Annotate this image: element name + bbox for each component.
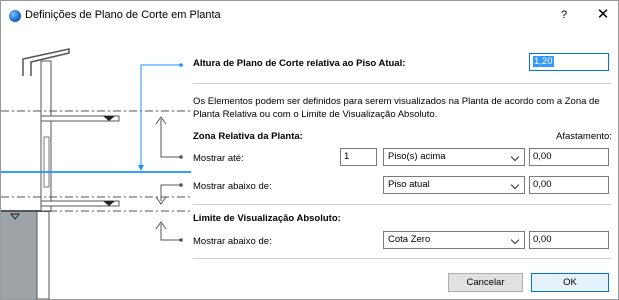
cut-height-dot	[179, 63, 183, 67]
title-bar: Definições de Plano de Corte em Planta ?…	[1, 1, 618, 31]
show-below-label: Mostrar abaixo de:	[193, 181, 272, 192]
chevron-down-icon	[510, 180, 520, 190]
absolute-offset-input[interactable]: 0,00	[529, 231, 609, 249]
wall-shape	[40, 60, 52, 212]
cut-height-arrowhead-icon	[138, 165, 144, 171]
absolute-dot	[179, 238, 183, 242]
absolute-show-below-label: Mostrar abaixo de:	[193, 236, 272, 247]
divider-top	[193, 83, 611, 84]
show-below-connector	[160, 184, 181, 201]
section-illustration	[1, 48, 191, 299]
absolute-limit-heading: Limite de Visualização Absoluto:	[193, 213, 341, 224]
cut-height-value: 1,20	[533, 56, 554, 67]
divider-middle	[193, 204, 611, 205]
absolute-reference-value: Cota Zero	[388, 234, 431, 245]
show-below-reference-dropdown[interactable]: Piso atual	[383, 176, 525, 194]
show-to-reference-dropdown[interactable]: Piso(s) acima	[383, 148, 525, 166]
cut-height-label: Altura de Plano de Corte relativa ao Pis…	[193, 58, 406, 69]
show-to-reference-value: Piso(s) acima	[388, 151, 446, 162]
show-below-offset-input[interactable]: 0,00	[529, 176, 609, 194]
cut-plane-dialog: Definições de Plano de Corte em Planta ?…	[0, 0, 619, 300]
divider-bottom	[193, 258, 611, 259]
absolute-reference-dropdown[interactable]: Cota Zero	[383, 231, 525, 249]
show-below-dot	[179, 183, 183, 187]
description-text: Os Elementos podem ser definidos para se…	[193, 96, 600, 120]
close-button[interactable]: ✕	[593, 5, 613, 25]
show-to-label: Mostrar até:	[193, 153, 244, 164]
relative-zone-heading: Zona Relativa da Planta:	[193, 131, 303, 142]
offset-heading: Afastamento:	[556, 131, 612, 142]
foundation-wall	[36, 210, 50, 299]
window-title: Definições de Plano de Corte em Planta	[25, 9, 221, 21]
show-to-count-input[interactable]: 1	[340, 148, 377, 166]
ok-button[interactable]: OK	[531, 273, 609, 292]
show-to-offset-input[interactable]: 0,00	[529, 148, 609, 166]
app-logo-icon	[9, 10, 21, 22]
window-shape	[43, 136, 50, 188]
show-to-dot	[179, 155, 183, 159]
show-to-connector	[160, 119, 181, 158]
cut-height-input[interactable]: 1,20	[529, 53, 609, 71]
show-below-reference-value: Piso atual	[388, 179, 430, 190]
chevron-down-icon	[510, 235, 520, 245]
cancel-button[interactable]: Cancelar	[448, 273, 523, 292]
help-button[interactable]: ?	[556, 7, 572, 23]
chevron-down-icon	[510, 152, 520, 162]
